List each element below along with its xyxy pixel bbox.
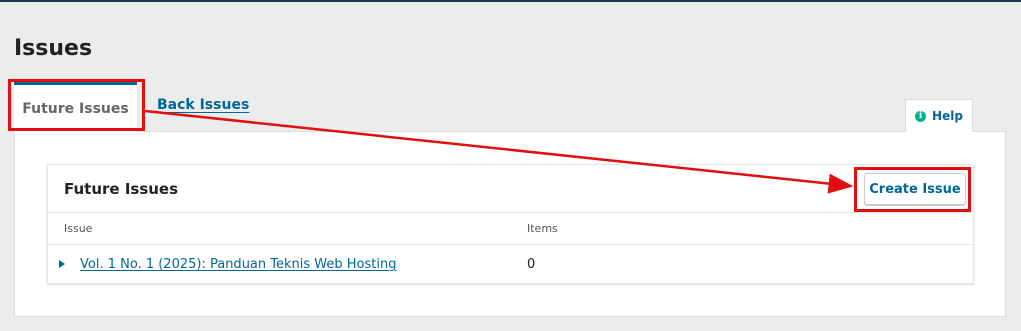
create-issue-button[interactable]: Create Issue [864, 173, 966, 205]
expand-arrow-icon[interactable] [59, 260, 65, 268]
card-header: Future Issues Create Issue [48, 165, 973, 213]
card-title: Future Issues [64, 180, 179, 198]
info-icon: i [915, 110, 927, 122]
column-header-items: Items [527, 222, 558, 235]
items-count: 0 [527, 257, 536, 272]
help-button[interactable]: i Help [905, 99, 973, 132]
top-bar [0, 0, 1021, 2]
page-title: Issues [14, 36, 93, 61]
tab-future-issues[interactable]: Future Issues [14, 82, 137, 132]
issue-link[interactable]: Vol. 1 No. 1 (2025): Panduan Teknis Web … [80, 257, 396, 272]
table-header: Issue Items [48, 213, 973, 245]
help-label: Help [932, 109, 963, 123]
tab-panel: Future Issues Create Issue Issue Items V… [14, 131, 1006, 317]
tab-back-issues[interactable]: Back Issues [157, 97, 249, 113]
column-header-issue: Issue [64, 222, 93, 235]
table-row: Vol. 1 No. 1 (2025): Panduan Teknis Web … [48, 245, 973, 285]
future-issues-card: Future Issues Create Issue Issue Items V… [47, 164, 974, 284]
